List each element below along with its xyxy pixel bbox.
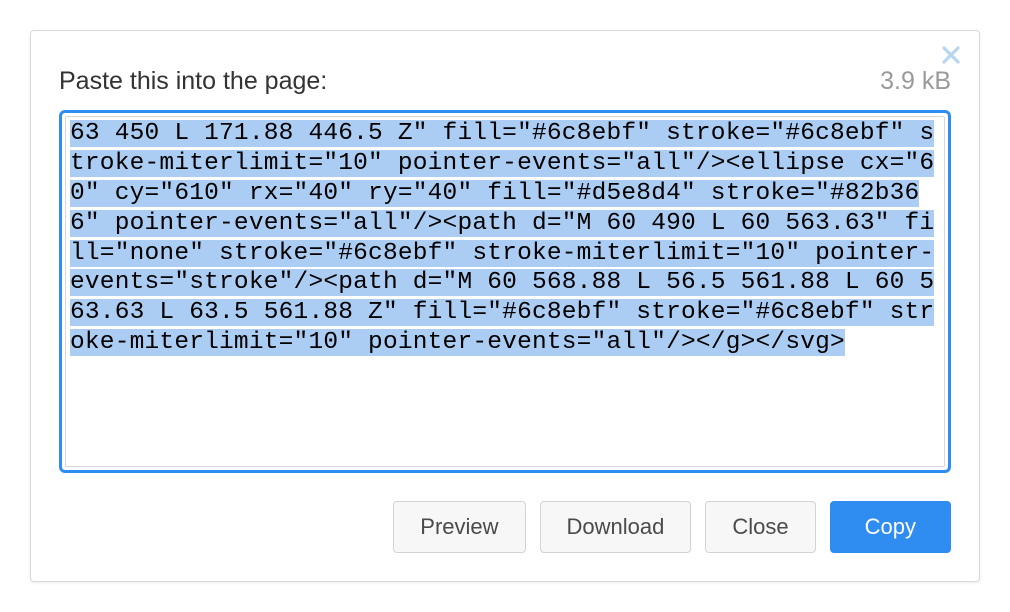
preview-button[interactable]: Preview	[393, 501, 525, 553]
download-button[interactable]: Download	[540, 501, 692, 553]
close-icon[interactable]	[937, 41, 965, 69]
export-dialog: Paste this into the page: 3.9 kB 63 450 …	[30, 30, 980, 582]
close-button[interactable]: Close	[705, 501, 815, 553]
dialog-header: Paste this into the page: 3.9 kB	[59, 67, 951, 96]
copy-button[interactable]: Copy	[830, 501, 951, 553]
instruction-label: Paste this into the page:	[59, 67, 327, 96]
file-size-label: 3.9 kB	[880, 67, 951, 96]
button-row: Preview Download Close Copy	[59, 501, 951, 553]
code-textarea[interactable]: 63 450 L 171.88 446.5 Z" fill="#6c8ebf" …	[65, 116, 945, 467]
code-textarea-wrapper: 63 450 L 171.88 446.5 Z" fill="#6c8ebf" …	[59, 110, 951, 473]
